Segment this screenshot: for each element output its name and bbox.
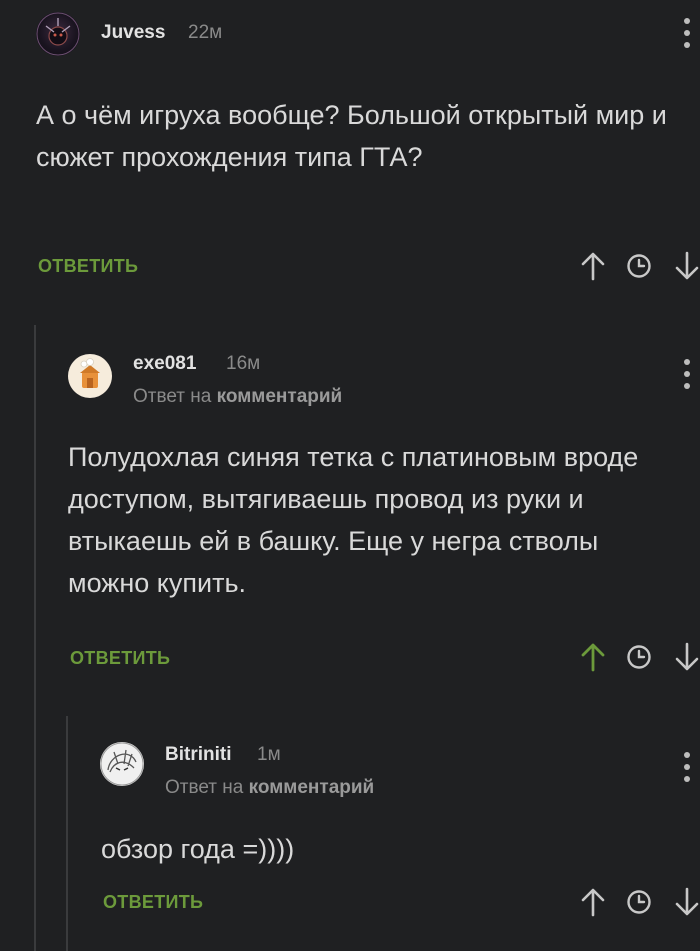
avatar[interactable] [36,12,80,56]
comment-text: Полудохлая синяя тетка с платиновым врод… [68,442,639,598]
clock-icon[interactable] [624,251,654,281]
username[interactable]: Bitriniti [165,744,232,766]
more-vertical-icon[interactable] [679,750,695,784]
reply-to-prefix: Ответ на [165,777,244,798]
comment-text: А о чём игруха вообще? Большой открытый … [36,100,667,172]
timestamp: 1м [257,744,281,765]
timestamp: 22м [188,22,223,43]
arrow-down-icon[interactable] [672,887,700,917]
reply-to-label: Ответ на комментарий [133,386,342,408]
reply-button[interactable]: ОТВЕТИТЬ [103,892,203,913]
reply-to-label: Ответ на комментарий [165,777,374,799]
reply-to-link[interactable]: комментарий [217,386,343,407]
arrow-down-icon[interactable] [672,642,700,672]
clock-icon[interactable] [624,887,654,917]
reply-to-link[interactable]: комментарий [249,777,375,798]
arrow-down-icon[interactable] [672,251,700,281]
username[interactable]: exe081 [133,353,196,375]
more-vertical-icon[interactable] [679,357,695,391]
reply-button[interactable]: ОТВЕТИТЬ [38,256,138,277]
username[interactable]: Juvess [101,22,165,44]
arrow-up-icon[interactable] [578,887,608,917]
comment-text: обзор года =)))) [101,834,295,864]
reply-to-prefix: Ответ на [133,386,212,407]
comment-juvess: Juvess 22м А о чём игруха вообще? Большо… [0,0,700,300]
avatar[interactable] [68,354,112,398]
arrow-up-icon[interactable] [578,642,608,672]
comment-bitriniti: Bitriniti 1м Ответ на комментарий обзор … [0,720,700,951]
avatar[interactable] [100,742,144,786]
arrow-up-icon[interactable] [578,251,608,281]
more-vertical-icon[interactable] [679,16,695,50]
clock-icon[interactable] [624,642,654,672]
timestamp: 16м [226,353,261,374]
comment-exe081: exe081 16м Ответ на комментарий Полудохл… [0,330,700,700]
reply-button[interactable]: ОТВЕТИТЬ [70,648,170,669]
